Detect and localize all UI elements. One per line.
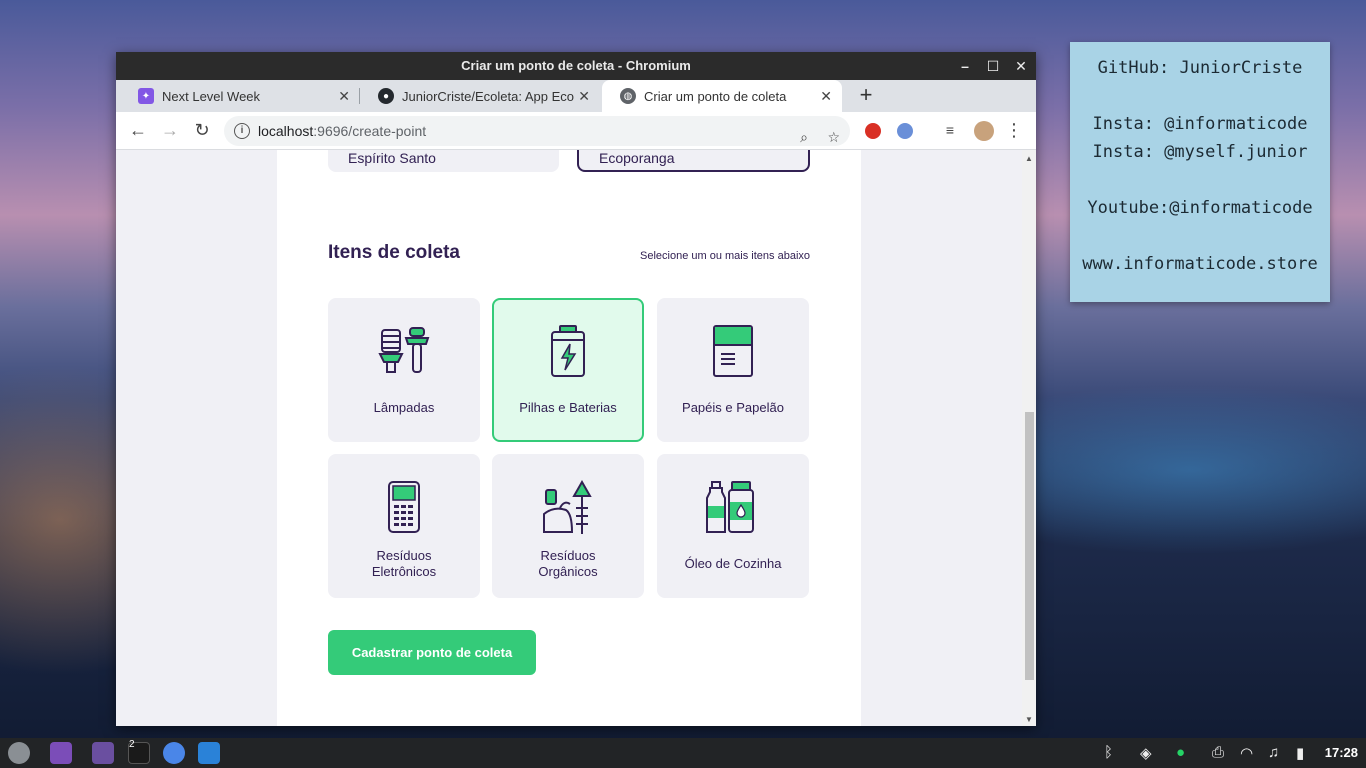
sign-line-insta-2: Insta: @myself.junior xyxy=(1092,142,1308,162)
tab-close-icon[interactable]: ✕ xyxy=(338,88,350,105)
browser-toolbar: ← → ↻ i localhost:9696/create-point ⌕ ☆ … xyxy=(116,112,1036,150)
tab-next-level-week[interactable]: ✦ Next Level Week ✕ xyxy=(120,80,360,112)
bluetooth-icon[interactable]: ᛒ xyxy=(1104,744,1113,761)
submit-point-button[interactable]: Cadastrar ponto de coleta xyxy=(328,630,536,675)
scroll-up-arrow-icon[interactable]: ▲ xyxy=(1025,154,1033,163)
item-papeis-papelao[interactable]: Papéis e Papelão xyxy=(657,298,809,442)
tab-close-icon[interactable]: ✕ xyxy=(820,88,832,105)
wifi-icon[interactable]: ◠ xyxy=(1240,744,1253,762)
window-titlebar[interactable]: Criar um ponto de coleta - Chromium – ☐ … xyxy=(116,52,1036,80)
item-pilhas-baterias[interactable]: Pilhas e Baterias xyxy=(492,298,644,442)
url-host: localhost xyxy=(258,123,314,139)
sign-line-insta-1: Insta: @informaticode xyxy=(1092,114,1308,134)
address-bar[interactable]: i localhost:9696/create-point ⌕ ☆ xyxy=(224,116,850,146)
file-manager-icon[interactable] xyxy=(92,742,114,764)
rocket-icon: ✦ xyxy=(138,88,154,104)
terminal-icon[interactable]: 2 xyxy=(128,739,150,764)
item-oleo-cozinha[interactable]: Óleo de Cozinha xyxy=(657,454,809,598)
minimize-button[interactable]: – xyxy=(956,52,974,80)
city-select[interactable]: Ecoporanga xyxy=(577,150,810,172)
electronic-device-icon xyxy=(388,481,420,533)
back-arrow-icon[interactable]: ← xyxy=(128,121,148,141)
vscode-icon[interactable] xyxy=(198,742,220,764)
tab-github-ecoleta[interactable]: ● JuniorCriste/Ecoleta: App Eco ✕ xyxy=(360,80,600,112)
clock: 17:28 xyxy=(1324,745,1358,760)
info-icon[interactable]: i xyxy=(234,123,250,139)
reload-icon[interactable]: ↻ xyxy=(192,121,212,141)
avatar[interactable] xyxy=(974,121,994,141)
window-title: Criar um ponto de coleta - Chromium xyxy=(461,58,691,73)
browser-window: Criar um ponto de coleta - Chromium – ☐ … xyxy=(116,52,1036,726)
item-label: Óleo de Cozinha xyxy=(684,556,782,571)
item-label: Papéis e Papelão xyxy=(682,400,784,415)
whatsapp-icon[interactable]: ● xyxy=(1176,744,1185,761)
item-residuos-organicos[interactable]: Resíduos Orgânicos xyxy=(492,454,644,598)
github-icon: ● xyxy=(378,88,394,104)
menu-kebab-icon[interactable]: ⋮ xyxy=(1004,121,1024,141)
close-window-button[interactable]: ✕ xyxy=(1012,52,1030,80)
tab-label: Criar um ponto de coleta xyxy=(644,88,787,104)
taskbar: 2 ᛒ ◈ ● ⎙ ◠ ♫ ▮ 17:28 xyxy=(0,738,1366,768)
item-label: Orgânicos xyxy=(538,564,598,579)
item-label: Resíduos xyxy=(376,548,432,563)
tab-criar-ponto[interactable]: ◍ Criar um ponto de coleta ✕ xyxy=(602,80,842,112)
lightbulb-icon xyxy=(378,327,430,373)
shield-icon[interactable]: ◈ xyxy=(1140,744,1152,762)
terminal-badge: 2 xyxy=(129,739,135,750)
oil-bottle-icon xyxy=(706,481,754,533)
tab-strip: ✦ Next Level Week ✕ ● JuniorCriste/Ecole… xyxy=(116,80,1036,112)
sign-line-youtube: Youtube:@informaticode xyxy=(1087,198,1313,218)
maximize-button[interactable]: ☐ xyxy=(984,52,1002,80)
desktop-sign: GitHub: JuniorCriste Insta: @informatico… xyxy=(1070,42,1330,302)
item-residuos-eletronicos[interactable]: Resíduos Eletrônicos xyxy=(328,454,480,598)
zoom-icon[interactable]: ⌕ xyxy=(800,122,808,152)
tab-label: Next Level Week xyxy=(162,88,261,104)
printer-icon[interactable]: ⎙ xyxy=(1212,744,1224,761)
battery-icon xyxy=(551,325,585,377)
battery-status-icon[interactable]: ▮ xyxy=(1296,744,1304,762)
scrollbar-thumb[interactable] xyxy=(1025,412,1034,680)
media-control-icon[interactable]: ≡ xyxy=(940,121,960,141)
scroll-down-arrow-icon[interactable]: ▼ xyxy=(1025,715,1033,724)
url-path: :9696/create-point xyxy=(313,123,427,139)
paper-box-icon xyxy=(713,325,753,377)
bookmark-star-icon[interactable]: ☆ xyxy=(827,122,840,152)
tab-label: JuniorCriste/Ecoleta: App Eco xyxy=(402,88,574,104)
sign-line-website: www.informaticode.store xyxy=(1082,254,1318,274)
chromium-icon[interactable] xyxy=(163,742,185,764)
item-lampadas[interactable]: Lâmpadas xyxy=(328,298,480,442)
workspace-icon[interactable] xyxy=(50,742,72,764)
start-menu-icon[interactable] xyxy=(8,742,30,764)
new-tab-button[interactable]: + xyxy=(854,84,878,108)
page-viewport: Espírito Santo Ecoporanga Itens de colet… xyxy=(116,150,1036,726)
state-select[interactable]: Espírito Santo xyxy=(328,150,559,172)
item-label: Lâmpadas xyxy=(373,400,435,415)
tab-close-icon[interactable]: ✕ xyxy=(578,88,590,105)
item-label: Eletrônicos xyxy=(371,564,437,579)
globe-icon: ◍ xyxy=(620,88,636,104)
forward-arrow-icon[interactable]: → xyxy=(160,121,180,141)
extension-icon[interactable] xyxy=(897,123,913,139)
items-section-title: Itens de coleta xyxy=(328,242,460,263)
music-icon[interactable]: ♫ xyxy=(1268,744,1279,761)
page-scrollbar[interactable]: ▲ ▼ xyxy=(1022,150,1036,726)
sign-line-github: GitHub: JuniorCriste xyxy=(1097,58,1303,78)
create-point-form: Espírito Santo Ecoporanga Itens de colet… xyxy=(277,150,861,726)
items-section-hint: Selecione um ou mais itens abaixo xyxy=(640,250,810,262)
adblock-icon[interactable] xyxy=(865,123,881,139)
item-label: Resíduos xyxy=(540,548,596,563)
item-label: Pilhas e Baterias xyxy=(519,400,617,415)
organic-waste-icon xyxy=(543,480,592,534)
